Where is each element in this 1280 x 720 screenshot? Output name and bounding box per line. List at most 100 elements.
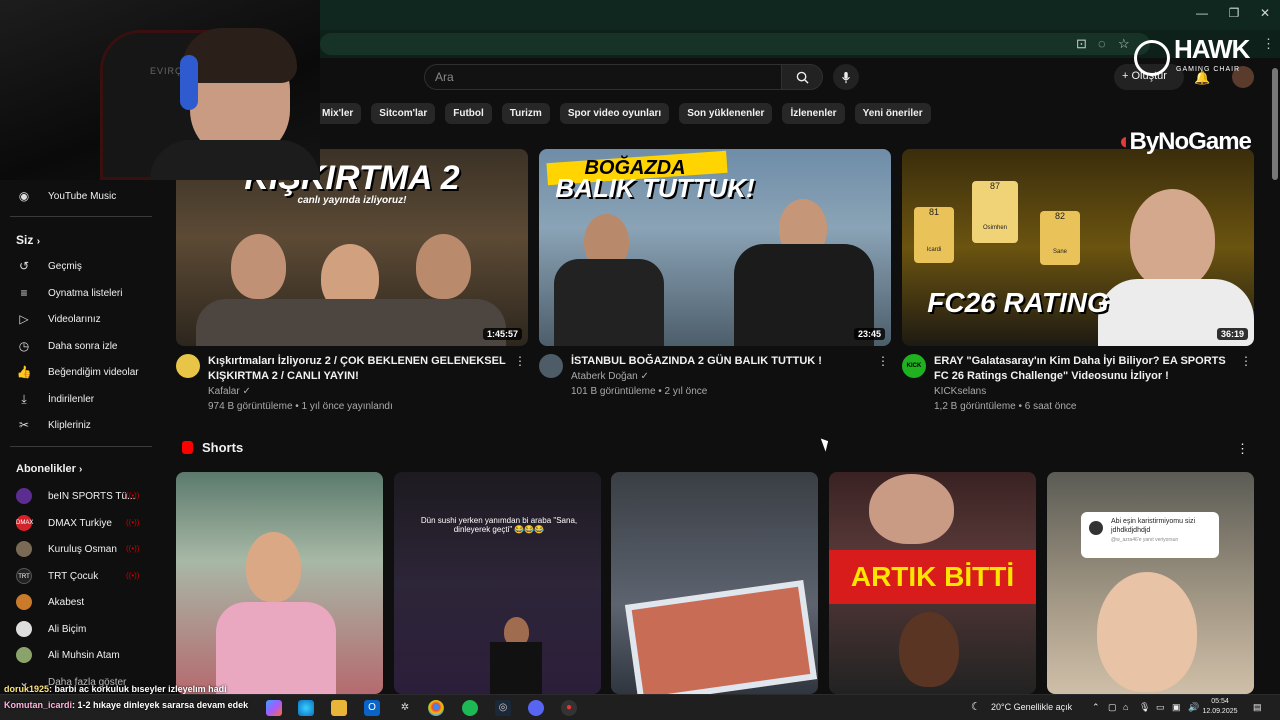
battery-icon[interactable]: ▭ (1156, 702, 1165, 713)
eye-off-icon[interactable]: ◌ (1098, 36, 1106, 51)
channel-name[interactable]: KICKselans (934, 386, 986, 397)
person-image (246, 532, 301, 602)
short-thumbnail[interactable]: Abi eşin karistirmiyomu sizi jdhdkdjdhdj… (1047, 472, 1254, 694)
person-body (554, 259, 664, 346)
short-thumbnail[interactable]: ARTIK BİTTİ (829, 472, 1036, 694)
person-image (231, 234, 286, 299)
notifications-icon[interactable]: ▤ (1253, 702, 1262, 713)
search-input[interactable]: Ara (424, 64, 782, 90)
spotify-icon[interactable] (462, 700, 478, 716)
scissors-icon: ✂ (18, 418, 30, 432)
short-thumbnail[interactable]: Dün sushi yerken yanımdan bi araba "Sana… (394, 472, 601, 694)
sidebar-sub-akabest[interactable]: Akabest (16, 592, 156, 612)
chip-recently-uploaded[interactable]: Son yüklenenler (679, 103, 773, 124)
network-icon[interactable]: ▣ (1172, 702, 1181, 713)
clock-icon: ◷ (18, 339, 30, 353)
sidebar-sub-ali-bicim[interactable]: Ali Biçim (16, 619, 156, 639)
page-scrollbar[interactable] (1272, 68, 1278, 180)
browser-menu-icon[interactable]: ⋮ (1262, 36, 1275, 52)
copilot-icon[interactable] (266, 700, 282, 716)
verified-icon: ✓ (242, 386, 251, 397)
tray-app-icon[interactable]: ⌂ (1123, 702, 1128, 712)
video-title[interactable]: ERAY "Galatasaray'ın Kim Daha İyi Biliyo… (934, 354, 1234, 384)
chip-mixes[interactable]: Mix'ler (314, 103, 362, 124)
channel-avatar (16, 594, 32, 610)
player-card: 81 Icardi (914, 207, 954, 263)
chevron-right-icon: › (78, 464, 83, 475)
video-title[interactable]: İSTANBUL BOĞAZINDA 2 GÜN BALIK TUTTUK ! (571, 354, 871, 369)
voice-search-button[interactable] (833, 64, 859, 90)
weather-text[interactable]: 20°C Genellikle açık (991, 702, 1072, 712)
person-image (899, 612, 959, 687)
sidebar-sub-ali-muhsin-atam[interactable]: Ali Muhsin Atam (16, 645, 156, 665)
sidebar-item-clips[interactable]: ✂ Klipleriniz (16, 415, 156, 435)
more-options-icon[interactable]: ⋮ (877, 354, 889, 368)
chip-tourism[interactable]: Turizm (501, 103, 550, 124)
clock[interactable]: 05:54 12.09.2025 (1200, 697, 1240, 717)
live-indicator-icon: ((•)) (126, 491, 140, 500)
video-thumbnail[interactable]: 81 Icardi 87 Osimhen 82 Sane FC26 RATING 36… (902, 149, 1254, 346)
chip-sports-games[interactable]: Spor video oyunları (559, 103, 670, 124)
search-button[interactable] (781, 64, 823, 90)
file-explorer-icon[interactable] (331, 700, 347, 716)
channel-avatar[interactable] (539, 354, 563, 378)
your-videos-icon: ▷ (19, 312, 29, 326)
address-bar[interactable] (320, 33, 1150, 55)
sidebar-item-watch-later[interactable]: ◷ Daha sonra izle (16, 336, 156, 356)
video-thumbnail[interactable]: BOĞAZDA BALIK TUTTUK! 23:45 (539, 149, 891, 346)
chip-watched[interactable]: İzlenenler (782, 103, 845, 124)
sidebar-item-liked-videos[interactable]: 👍 Beğendiğim videolar (16, 362, 156, 382)
more-options-icon[interactable]: ⋮ (1240, 354, 1252, 368)
sidebar-item-your-videos[interactable]: ▷ Videolarınız (16, 309, 156, 329)
steam-icon[interactable]: ◎ (495, 700, 511, 716)
volume-icon[interactable]: 🔊 (1188, 702, 1199, 713)
star-icon[interactable]: ☆ (1118, 36, 1130, 52)
shorts-more-options-icon[interactable]: ⋮ (1236, 441, 1249, 457)
hawk-emblem-icon (1134, 40, 1170, 76)
install-app-icon[interactable]: ⊡ (1076, 36, 1087, 52)
person-body (490, 642, 542, 694)
sidebar-item-playlists[interactable]: ≡ Oynatma listeleri (16, 283, 156, 303)
chair-brand: EVIRÇ (150, 66, 183, 76)
video-title[interactable]: Kışkırtmaları İzliyoruz 2 / ÇOK BEKLENEN… (208, 354, 508, 384)
video-stats: 1,2 B görüntüleme • 6 saat önce (934, 401, 1077, 412)
chip-sitcoms[interactable]: Sitcom'lar (371, 103, 436, 124)
outlook-icon[interactable]: O (364, 700, 380, 716)
maximize-button[interactable]: ❐ (1219, 6, 1249, 20)
video-stats: 101 B görüntüleme • 2 yıl önce (571, 386, 708, 397)
microphone-tray-icon[interactable]: 🎙 (1139, 702, 1150, 713)
channel-avatar[interactable]: KICK (902, 354, 926, 378)
live-indicator-icon: ((•)) (126, 544, 140, 553)
obs-icon[interactable]: ● (561, 700, 577, 716)
chip-football[interactable]: Futbol (445, 103, 492, 124)
short-thumbnail[interactable] (611, 472, 818, 694)
channel-name[interactable]: Ataberk Doğan ✓ (571, 371, 649, 382)
chrome-icon[interactable] (428, 700, 444, 716)
channel-name[interactable]: Kafalar ✓ (208, 386, 251, 397)
sidebar-item-downloads[interactable]: ⤓ İndirilenler (16, 389, 156, 409)
video-meta: Kışkırtmaları İzliyoruz 2 / ÇOK BEKLENEN… (176, 354, 528, 414)
sidebar-item-history[interactable]: ↺ Geçmiş (16, 256, 156, 276)
more-options-icon[interactable]: ⋮ (514, 354, 526, 368)
chevron-right-icon: › (36, 236, 41, 247)
chip-new-recommendations[interactable]: Yeni öneriler (854, 103, 931, 124)
channel-avatar[interactable] (176, 354, 200, 378)
filter-chips: Mix'ler Sitcom'lar Futbol Turizm Spor vi… (314, 103, 931, 124)
bynogame-emblem-icon: ◖ (1116, 128, 1130, 155)
sidebar-heading-you[interactable]: Siz › (16, 233, 40, 247)
sidebar-item-youtube-music[interactable]: ◉ YouTube Music (16, 186, 156, 206)
close-button[interactable]: ✕ (1250, 6, 1280, 20)
settings-icon[interactable]: ✲ (397, 700, 413, 716)
discord-icon[interactable] (528, 700, 544, 716)
short-thumbnail[interactable] (176, 472, 383, 694)
minimize-button[interactable]: — (1187, 6, 1217, 20)
search-icon (796, 71, 809, 84)
edge-icon[interactable] (298, 700, 314, 716)
channel-avatar: TRT (16, 568, 32, 584)
tray-app-icon[interactable]: ▢ (1108, 702, 1117, 713)
person-image (416, 234, 471, 299)
sidebar-heading-subscriptions[interactable]: Abonelikler › (16, 463, 82, 475)
sidebar-divider (10, 216, 152, 217)
player-card: 87 Osimhen (972, 181, 1018, 243)
tray-chevron-up-icon[interactable]: ⌃ (1092, 702, 1100, 713)
